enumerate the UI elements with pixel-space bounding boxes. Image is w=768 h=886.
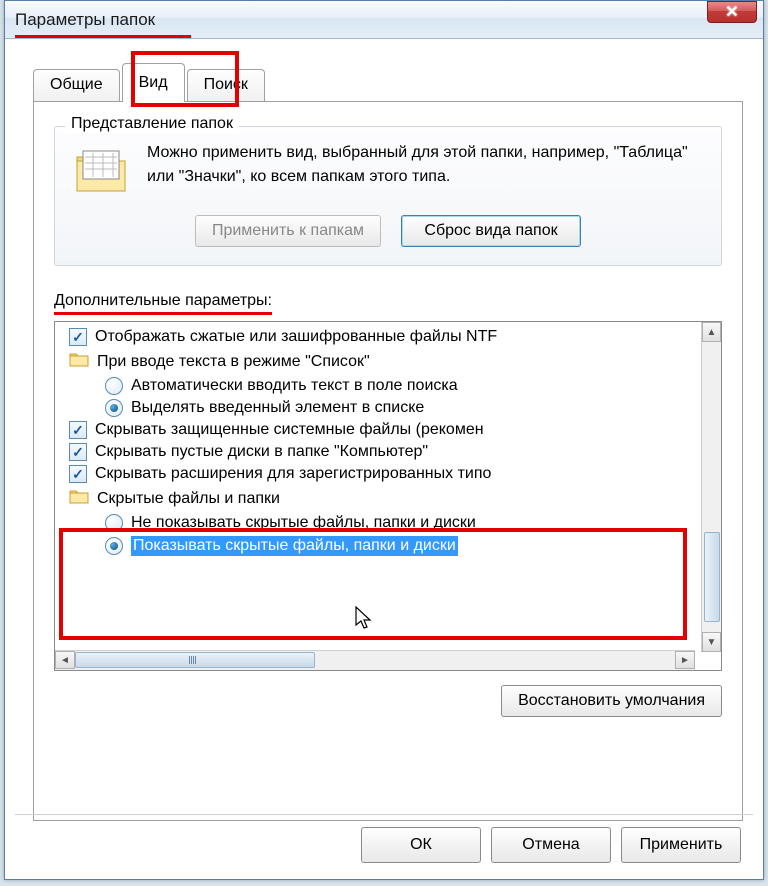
tree-item-label: Скрывать пустые диски в папке "Компьютер… — [95, 443, 428, 461]
advanced-settings-label: Дополнительные параметры: — [54, 292, 272, 315]
window-title: Параметры папок — [15, 10, 155, 30]
separator — [15, 814, 753, 815]
radio-icon[interactable] — [105, 537, 123, 555]
tree-item[interactable]: При вводе текста в режиме "Список" — [61, 348, 689, 375]
tree-item[interactable]: Скрытые файлы и папки — [61, 485, 689, 512]
tree-item[interactable]: Автоматически вводить текст в поле поиск… — [61, 375, 689, 397]
tree-item-label: Отображать сжатые или зашифрованные файл… — [95, 328, 497, 346]
tree-item[interactable]: Скрывать расширения для зарегистрированн… — [61, 463, 689, 485]
scroll-down-arrow[interactable]: ▼ — [702, 632, 721, 652]
tree-item-label: Выделять введенный элемент в списке — [131, 399, 424, 417]
close-button[interactable]: ✕ — [707, 1, 757, 23]
reset-folder-view-button[interactable]: Сброс вида папок — [401, 215, 581, 247]
folder-options-dialog: Параметры папок ✕ Общие Вид Поиск Предст… — [4, 0, 764, 880]
tab-general[interactable]: Общие — [33, 69, 120, 102]
tree-item[interactable]: Скрывать пустые диски в папке "Компьютер… — [61, 441, 689, 463]
horizontal-scrollbar[interactable]: ◄ ► — [55, 650, 695, 670]
checkbox-icon[interactable] — [69, 443, 87, 461]
checkbox-icon[interactable] — [69, 465, 87, 483]
ok-button[interactable]: ОК — [361, 827, 481, 863]
tree-item[interactable]: Отображать сжатые или зашифрованные файл… — [61, 326, 689, 348]
apply-button[interactable]: Применить — [621, 827, 741, 863]
checkbox-icon[interactable] — [69, 328, 87, 346]
vertical-scrollbar[interactable]: ▲ ▼ — [701, 322, 721, 652]
advanced-settings-tree[interactable]: Отображать сжатые или зашифрованные файл… — [54, 321, 722, 671]
folder-icon — [69, 487, 89, 510]
tree-item[interactable]: Показывать скрытые файлы, папки и диски — [61, 534, 689, 558]
close-icon: ✕ — [725, 2, 738, 22]
tab-search[interactable]: Поиск — [187, 69, 265, 102]
titlebar[interactable]: Параметры папок ✕ — [5, 1, 763, 39]
tree-item-label: Не показывать скрытые файлы, папки и дис… — [131, 514, 476, 532]
cancel-button[interactable]: Отмена — [491, 827, 611, 863]
radio-icon[interactable] — [105, 514, 123, 532]
tree-item[interactable]: Скрывать защищенные системные файлы (рек… — [61, 419, 689, 441]
folder-icon — [69, 350, 89, 373]
scroll-up-arrow[interactable]: ▲ — [702, 322, 721, 342]
annotation-underline — [15, 35, 191, 38]
dialog-content: Общие Вид Поиск Представление папок — [5, 39, 763, 831]
apply-to-folders-button: Применить к папкам — [195, 215, 381, 247]
tab-view[interactable]: Вид — [122, 63, 185, 102]
scroll-left-arrow[interactable]: ◄ — [55, 651, 75, 669]
radio-icon[interactable] — [105, 399, 123, 417]
tree-item[interactable]: Выделять введенный элемент в списке — [61, 397, 689, 419]
folder-view-group: Представление папок Можно применить вид,… — [54, 126, 722, 266]
scroll-right-arrow[interactable]: ► — [675, 651, 695, 669]
checkbox-icon[interactable] — [69, 421, 87, 439]
folder-view-description: Можно применить вид, выбранный для этой … — [147, 141, 705, 189]
tree-item-label: Скрытые файлы и папки — [97, 490, 280, 508]
tree-item-label: При вводе текста в режиме "Список" — [97, 353, 370, 371]
tree-item-label: Скрывать защищенные системные файлы (рек… — [95, 421, 484, 439]
radio-icon[interactable] — [105, 377, 123, 395]
hscroll-thumb[interactable] — [75, 652, 315, 668]
folder-view-icon — [71, 141, 131, 201]
dialog-button-row: ОК Отмена Применить — [361, 827, 741, 863]
tabstrip: Общие Вид Поиск — [33, 53, 743, 101]
tab-panel-view: Представление папок Можно применить вид,… — [33, 101, 743, 821]
group-legend: Представление папок — [65, 115, 239, 133]
tree-item-label: Показывать скрытые файлы, папки и диски — [131, 536, 458, 556]
vscroll-thumb[interactable] — [704, 532, 720, 622]
tree-item-label: Автоматически вводить текст в поле поиск… — [131, 377, 458, 395]
tree-item-label: Скрывать расширения для зарегистрированн… — [95, 465, 491, 483]
tree-item[interactable]: Не показывать скрытые файлы, папки и дис… — [61, 512, 689, 534]
restore-defaults-button[interactable]: Восстановить умолчания — [501, 685, 722, 717]
cursor-icon — [355, 606, 375, 636]
